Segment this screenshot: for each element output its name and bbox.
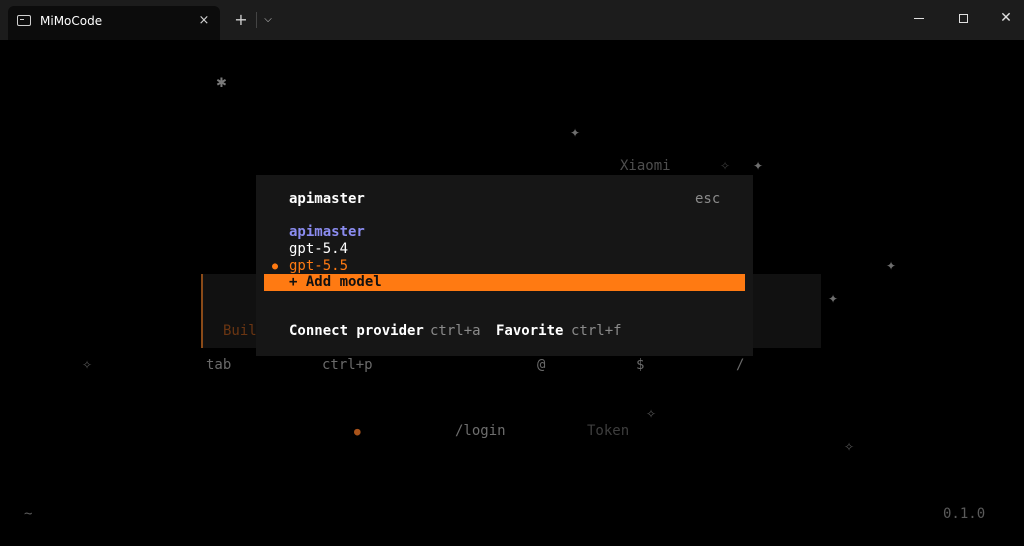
current-model-dot: ● [272, 261, 279, 272]
star-icon: ✱ [216, 76, 227, 91]
minimize-button[interactable] [896, 0, 942, 36]
model-option-gpt-5-5[interactable]: gpt-5.5 [289, 258, 348, 275]
favorite-shortcut: ctrl+f [571, 323, 622, 339]
hint-ctrl-p: ctrl+p [322, 357, 373, 373]
close-window-button[interactable]: ✕ [983, 0, 1024, 36]
tab-mimocode[interactable]: MiMoCode × [8, 6, 220, 40]
cwd-label: ~ [24, 506, 33, 522]
chevron-down-icon[interactable]: ⌵ [260, 10, 276, 30]
xiaomi-label: Xiaomi [620, 158, 671, 174]
hint-dollar: $ [636, 357, 645, 373]
title-bar: MiMoCode × + ⌵ ✕ [0, 0, 1024, 40]
star-icon: ✦ [828, 292, 839, 306]
hint-tab: tab [206, 357, 232, 373]
maximize-icon [958, 13, 968, 23]
add-model-label: + Add model [289, 274, 382, 290]
token-label: Token [587, 423, 630, 439]
star-icon: ✦ [570, 126, 581, 140]
star-icon: ✦ [886, 259, 897, 273]
star-icon: ✦ [753, 159, 764, 173]
tab-close-icon[interactable]: × [194, 11, 214, 31]
maximize-button[interactable] [940, 0, 986, 36]
hint-slash: / [736, 357, 745, 373]
status-dot: ● [354, 425, 361, 438]
minimize-icon [914, 17, 924, 19]
star-icon: ✧ [82, 358, 93, 372]
model-option-gpt-5-4[interactable]: gpt-5.4 [289, 241, 348, 258]
terminal-icon [17, 15, 31, 26]
esc-button[interactable]: esc [695, 191, 720, 208]
prompt-text: Buil [223, 323, 257, 339]
login-command: /login [455, 423, 506, 439]
star-icon: ✧ [720, 159, 731, 173]
version-label: 0.1.0 [943, 506, 986, 522]
star-icon: ✧ [646, 407, 657, 421]
favorite-action[interactable]: Favorite [496, 323, 563, 340]
tab-divider [256, 12, 257, 28]
model-picker-dialog: apimaster esc apimaster gpt-5.4 ● gpt-5.… [256, 175, 753, 356]
hint-at: @ [537, 357, 546, 373]
connect-provider-shortcut: ctrl+a [430, 323, 481, 339]
star-icon: ✧ [844, 440, 855, 454]
add-model-option[interactable]: + Add model [264, 274, 745, 291]
provider-header: apimaster [289, 224, 365, 240]
tab-title: MiMoCode [40, 14, 103, 28]
dialog-title: apimaster [289, 191, 365, 207]
terminal-area[interactable]: ✱ ✦ ✧ ✦ ✦ ✦ ✧ ✧ ✧ Xiaomi Buil tab ctrl+p… [0, 40, 1024, 546]
new-tab-button[interactable]: + [231, 10, 251, 30]
connect-provider-action[interactable]: Connect provider [289, 323, 424, 340]
